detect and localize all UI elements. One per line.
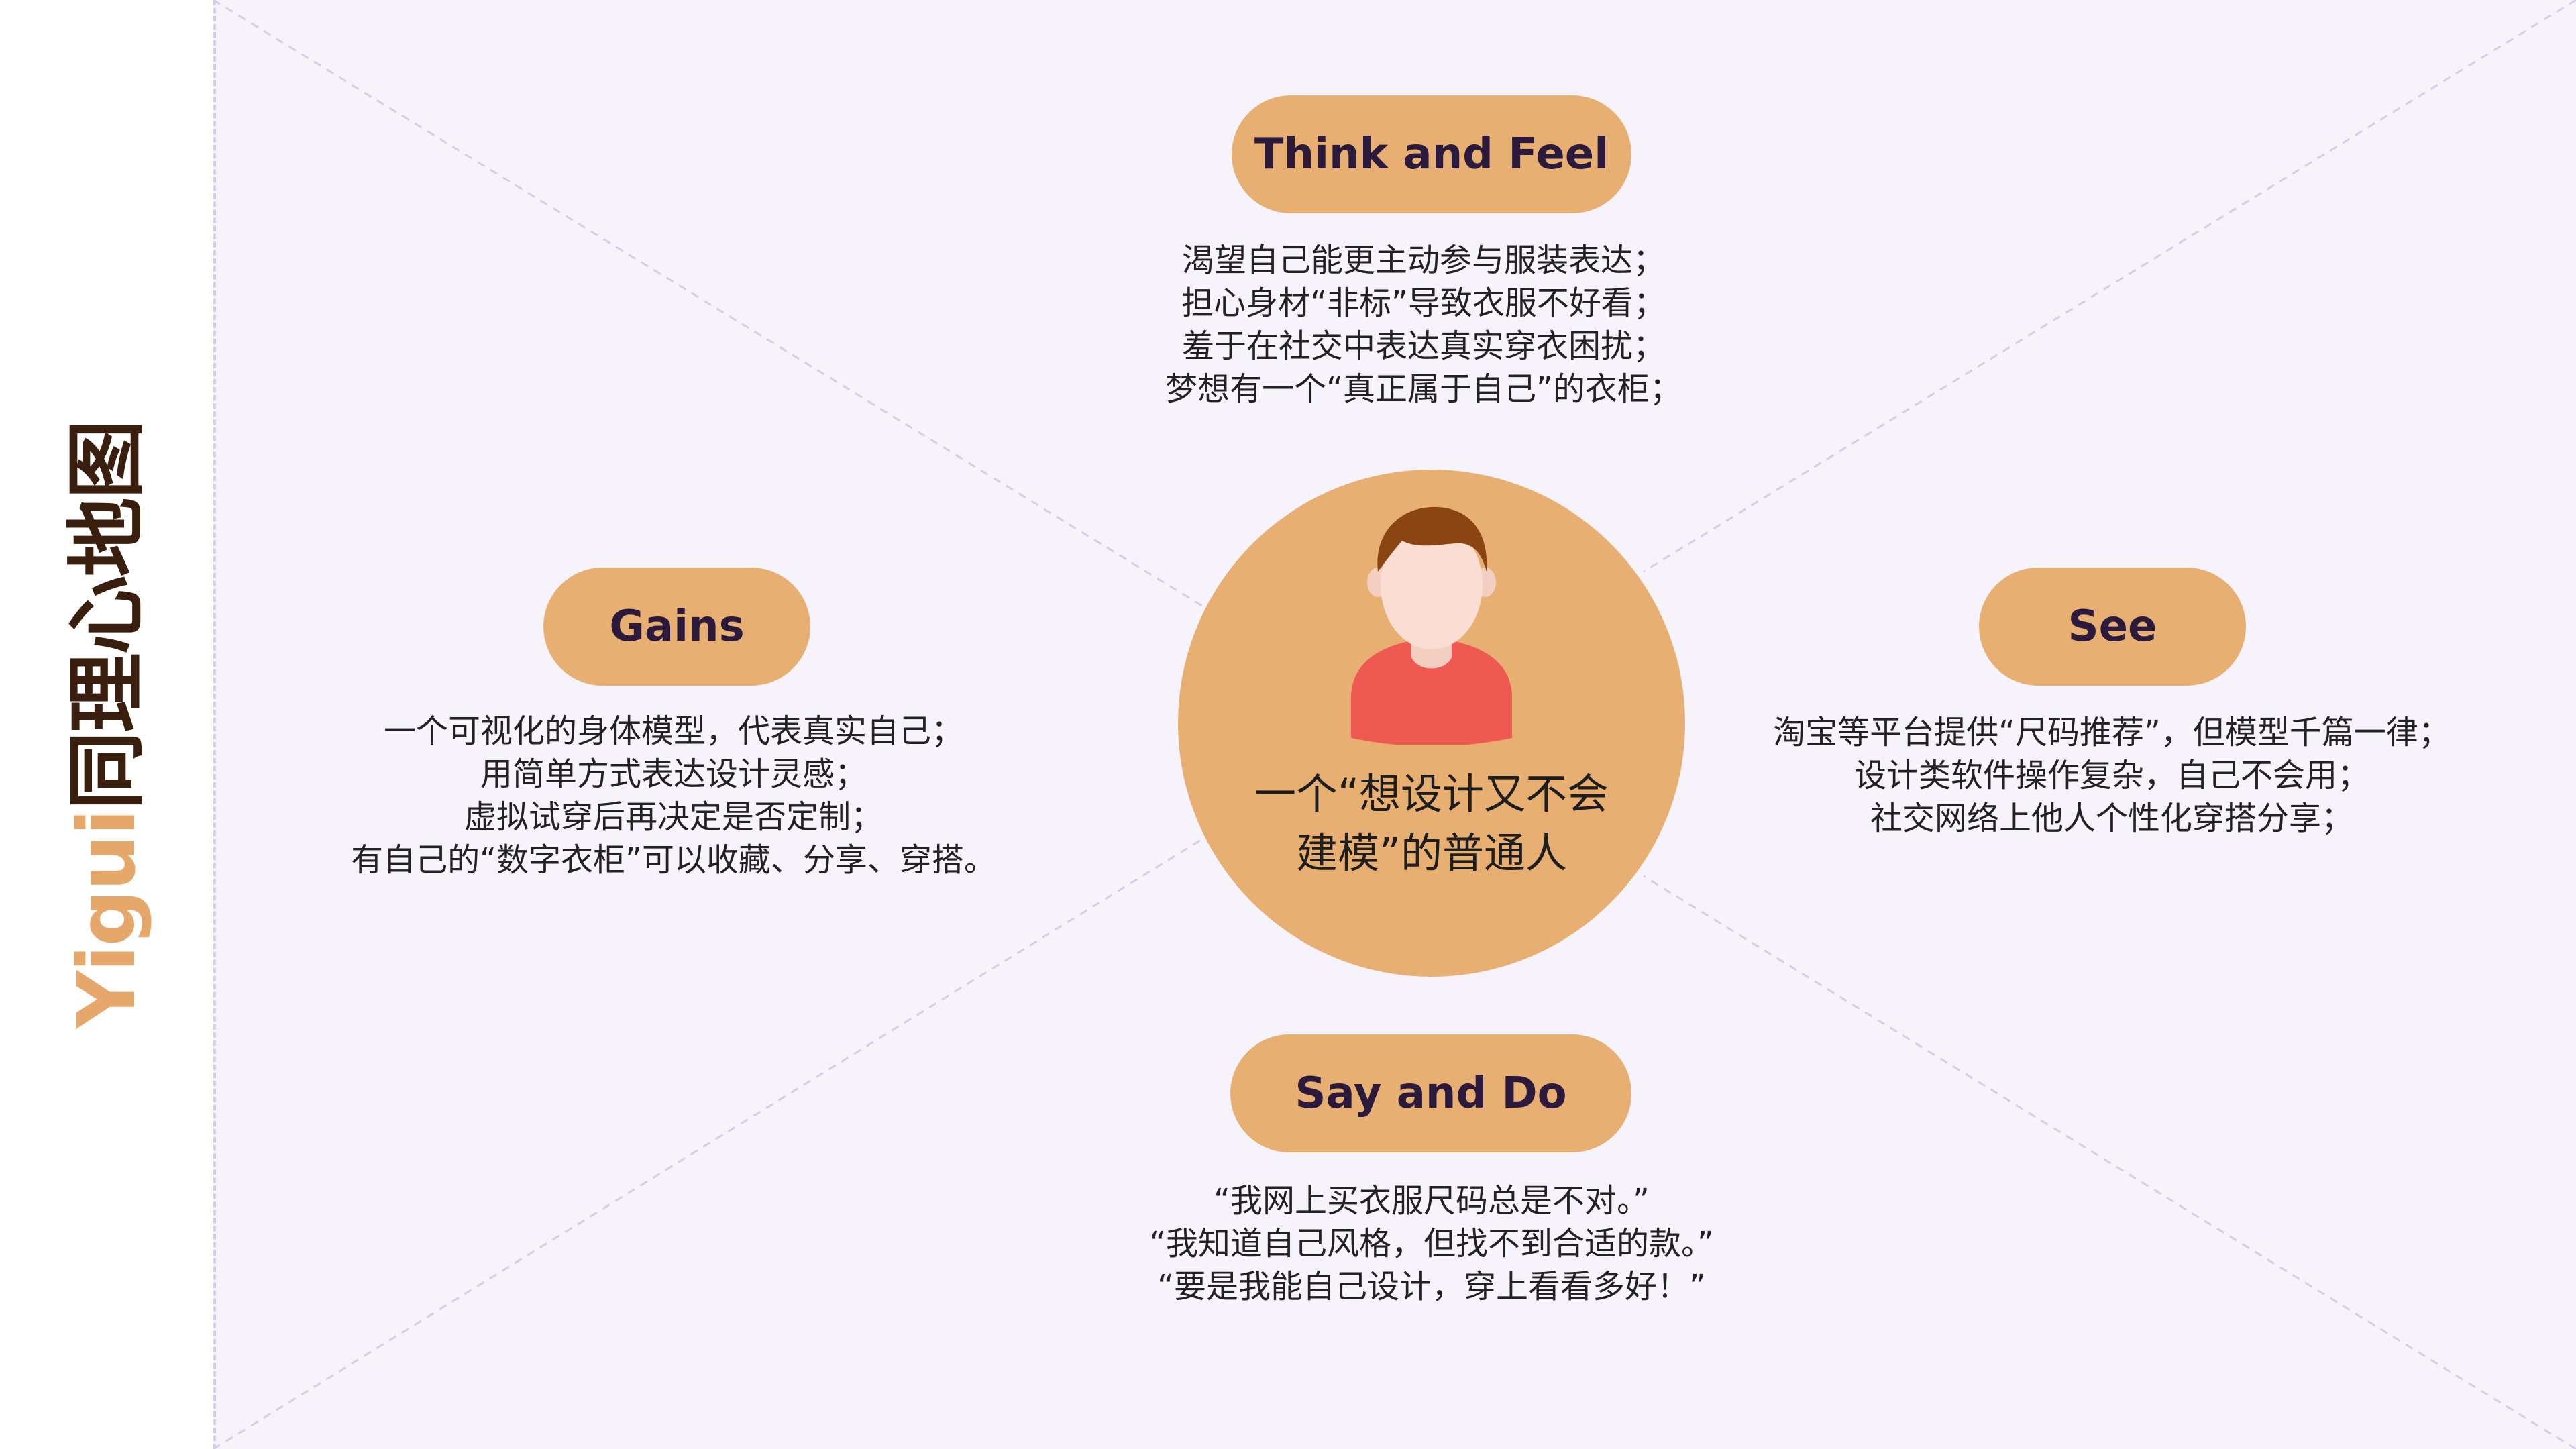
think-and-feel-pill: Think and Feel: [1232, 95, 1631, 213]
say-and-do-pill: Say and Do: [1230, 1034, 1631, 1152]
gains-title: Gains: [609, 602, 745, 651]
think-and-feel-text: 渴望自己能更主动参与服装表达； 担心身材“非标”导致衣服不好看； 羞于在社交中表…: [1165, 239, 1682, 411]
gains-line: 虚拟试穿后再决定是否定制；: [464, 798, 883, 836]
see-line: 设计类软件操作复杂，自己不会用；: [1854, 757, 2369, 794]
guide-line-top-right: [1643, 0, 2576, 573]
gains-pill: Gains: [543, 568, 810, 686]
guide-line-bottom-right: [1643, 875, 2576, 1449]
see-text: 淘宝等平台提供“尺码推荐”，但模型千篇一律； 设计类软件操作复杂，自己不会用； …: [1773, 711, 2451, 840]
see-pill: See: [1979, 568, 2246, 686]
think-and-feel-line: 羞于在社交中表达真实穿衣困扰；: [1181, 327, 1665, 365]
say-and-do-line: “我知道自己风格，但找不到合适的款。”: [1149, 1225, 1714, 1263]
gains-line: 有自己的“数字衣柜”可以收藏、分享、穿搭。: [351, 841, 996, 879]
gains-text: 一个可视化的身体模型，代表真实自己； 用简单方式表达设计灵感； 虚拟试穿后再决定…: [351, 710, 996, 881]
say-and-do-line: “我网上买衣服尺码总是不对。”: [1214, 1182, 1650, 1220]
see-line: 社交网络上他人个性化穿搭分享；: [1870, 800, 2353, 837]
think-and-feel-line: 担心身材“非标”导致衣服不好看；: [1181, 284, 1666, 322]
say-and-do-title: Say and Do: [1295, 1069, 1567, 1118]
say-and-do-text: “我网上买衣服尺码总是不对。” “我知道自己风格，但找不到合适的款。” “要是我…: [1149, 1179, 1714, 1308]
persona-label-line: 一个“想设计又不会: [1254, 769, 1609, 818]
guide-line-bottom-left: [213, 835, 1208, 1449]
guide-line-top-left: [213, 0, 1208, 610]
gains-line: 用简单方式表达设计灵感；: [480, 755, 867, 793]
persona-label: 一个“想设计又不会 建模”的普通人: [1254, 765, 1609, 883]
think-and-feel-line: 梦想有一个“真正属于自己”的衣柜；: [1165, 370, 1682, 408]
person-avatar-icon: [1351, 506, 1512, 745]
gains-line: 一个可视化的身体模型，代表真实自己；: [383, 712, 963, 750]
persona-label-line: 建模”的普通人: [1295, 828, 1568, 877]
see-title: See: [2068, 602, 2157, 651]
think-and-feel-title: Think and Feel: [1254, 129, 1609, 179]
think-and-feel-line: 渴望自己能更主动参与服装表达；: [1181, 241, 1665, 279]
say-and-do-line: “要是我能自己设计，穿上看看多好！”: [1157, 1268, 1706, 1305]
see-line: 淘宝等平台提供“尺码推荐”，但模型千篇一律；: [1773, 714, 2451, 751]
